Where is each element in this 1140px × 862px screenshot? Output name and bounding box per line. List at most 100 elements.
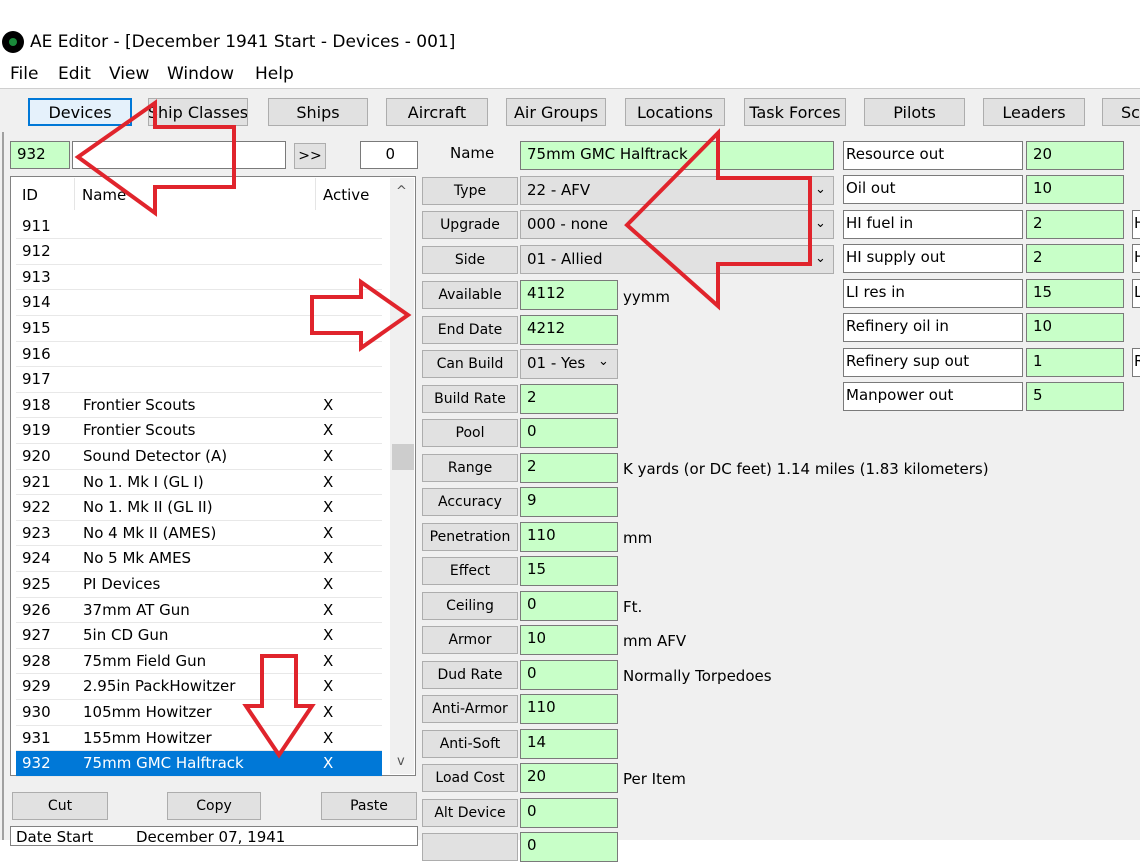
accuracy-field[interactable]: 9 xyxy=(520,487,618,517)
next-button[interactable]: >> xyxy=(294,143,326,169)
tab-task-forces[interactable]: Task Forces xyxy=(744,98,846,126)
list-header-id[interactable]: ID xyxy=(22,186,38,204)
side-button[interactable]: Side xyxy=(422,246,518,274)
upgrade-button[interactable]: Upgrade xyxy=(422,211,518,239)
load-cost-field[interactable]: 20 xyxy=(520,763,618,793)
list-row[interactable]: 930 105mm Howitzer X xyxy=(16,700,382,726)
resource-value[interactable]: 20 xyxy=(1026,141,1124,170)
alt-device-button[interactable]: Alt Device xyxy=(422,799,518,827)
anti-soft-button[interactable]: Anti-Soft xyxy=(422,730,518,758)
menu-view[interactable]: View xyxy=(109,64,149,84)
tab-pilots[interactable]: Pilots xyxy=(864,98,965,126)
list-row[interactable]: 917 xyxy=(16,367,382,393)
tab-ship-classes[interactable]: Ship Classes xyxy=(148,98,248,126)
accuracy-button[interactable]: Accuracy xyxy=(422,488,518,516)
penetration-button[interactable]: Penetration xyxy=(422,523,518,551)
end-date-button[interactable]: End Date xyxy=(422,316,518,344)
dud-rate-button[interactable]: Dud Rate xyxy=(422,661,518,689)
tab-ships[interactable]: Ships xyxy=(268,98,368,126)
pool-button[interactable]: Pool xyxy=(422,419,518,447)
tab-leaders[interactable]: Leaders xyxy=(983,98,1085,126)
tab-locations[interactable]: Locations xyxy=(625,98,725,126)
list-row[interactable]: 932 75mm GMC Halftrack X xyxy=(16,751,382,777)
side-select[interactable]: 01 - Allied xyxy=(520,245,834,274)
range-field[interactable]: 2 xyxy=(520,453,618,483)
can-build-chevron-down-icon[interactable]: ⌄ xyxy=(598,354,609,369)
id-search-field[interactable]: 932 xyxy=(10,141,70,169)
list-row[interactable]: 912 xyxy=(16,239,382,265)
menu-file[interactable]: File xyxy=(10,64,38,84)
resource-value[interactable]: 5 xyxy=(1026,382,1124,411)
available-button[interactable]: Available xyxy=(422,281,518,309)
type-select[interactable]: 22 - AFV xyxy=(520,176,834,205)
list-row[interactable]: 919 Frontier Scouts X xyxy=(16,418,382,444)
next-field-button[interactable] xyxy=(422,833,518,861)
type-button[interactable]: Type xyxy=(422,177,518,205)
next-field[interactable]: 0 xyxy=(520,832,618,862)
end-date-field[interactable]: 4212 xyxy=(520,315,618,345)
menu-window[interactable]: Window xyxy=(167,64,234,84)
scroll-down-icon[interactable]: v xyxy=(397,754,405,769)
type-chevron-down-icon[interactable]: ⌄ xyxy=(815,182,826,197)
menu-help[interactable]: Help xyxy=(255,64,294,84)
scroll-up-icon[interactable]: ^ xyxy=(396,184,407,199)
tab-scenario[interactable]: Sc xyxy=(1102,98,1140,126)
list-row[interactable]: 925 PI Devices X xyxy=(16,572,382,598)
armor-field[interactable]: 10 xyxy=(520,625,618,655)
list-header-active[interactable]: Active xyxy=(323,186,369,204)
pool-field[interactable]: 0 xyxy=(520,418,618,448)
list-header-name[interactable]: Name xyxy=(82,186,126,204)
tab-devices[interactable]: Devices xyxy=(28,98,132,126)
resource-value[interactable]: 2 xyxy=(1026,244,1124,273)
list-row[interactable]: 923 No 4 Mk II (AMES) X xyxy=(16,521,382,547)
alt-device-field[interactable]: 0 xyxy=(520,798,618,828)
range-button[interactable]: Range xyxy=(422,454,518,482)
ceiling-button[interactable]: Ceiling xyxy=(422,592,518,620)
effect-field[interactable]: 15 xyxy=(520,556,618,586)
dud-rate-field[interactable]: 0 xyxy=(520,660,618,690)
anti-armor-button[interactable]: Anti-Armor xyxy=(422,695,518,723)
anti-armor-field[interactable]: 110 xyxy=(520,694,618,724)
list-row[interactable]: 920 Sound Detector (A) X xyxy=(16,444,382,470)
penetration-field[interactable]: 110 xyxy=(520,522,618,552)
name-search-field[interactable] xyxy=(72,141,286,169)
scroll-thumb[interactable] xyxy=(392,444,414,470)
list-row[interactable]: 922 No 1. Mk II (GL II) X xyxy=(16,495,382,521)
menu-edit[interactable]: Edit xyxy=(58,64,91,84)
ceiling-field[interactable]: 0 xyxy=(520,591,618,621)
list-row[interactable]: 918 Frontier Scouts X xyxy=(16,393,382,419)
effect-button[interactable]: Effect xyxy=(422,557,518,585)
resource-value[interactable]: 2 xyxy=(1026,210,1124,239)
build-rate-button[interactable]: Build Rate xyxy=(422,385,518,413)
paste-button[interactable]: Paste xyxy=(321,792,417,820)
side-chevron-down-icon[interactable]: ⌄ xyxy=(815,251,826,266)
list-row[interactable]: 915 xyxy=(16,316,382,342)
list-row[interactable]: 928 75mm Field Gun X xyxy=(16,649,382,675)
load-cost-button[interactable]: Load Cost xyxy=(422,764,518,792)
tab-aircraft[interactable]: Aircraft xyxy=(386,98,488,126)
upgrade-select[interactable]: 000 - none xyxy=(520,210,834,239)
name-field[interactable]: 75mm GMC Halftrack xyxy=(520,141,834,170)
anti-soft-field[interactable]: 14 xyxy=(520,729,618,759)
list-row[interactable]: 916 xyxy=(16,342,382,368)
list-row[interactable]: 911 xyxy=(16,214,382,240)
list-row[interactable]: 929 2.95in PackHowitzer X xyxy=(16,674,382,700)
resource-value[interactable]: 1 xyxy=(1026,348,1124,377)
list-row[interactable]: 926 37mm AT Gun X xyxy=(16,598,382,624)
can-build-button[interactable]: Can Build xyxy=(422,350,518,378)
list-row[interactable]: 921 No 1. Mk I (GL I) X xyxy=(16,470,382,496)
available-field[interactable]: 4112 xyxy=(520,280,618,310)
list-row[interactable]: 914 xyxy=(16,290,382,316)
resource-value[interactable]: 15 xyxy=(1026,279,1124,308)
list-scrollbar[interactable] xyxy=(390,178,414,774)
resource-value[interactable]: 10 xyxy=(1026,313,1124,342)
tab-air-groups[interactable]: Air Groups xyxy=(506,98,606,126)
resource-value[interactable]: 10 xyxy=(1026,175,1124,204)
build-rate-field[interactable]: 2 xyxy=(520,384,618,414)
list-row[interactable]: 927 5in CD Gun X xyxy=(16,623,382,649)
armor-button[interactable]: Armor xyxy=(422,626,518,654)
upgrade-chevron-down-icon[interactable]: ⌄ xyxy=(815,216,826,231)
copy-button[interactable]: Copy xyxy=(167,792,261,820)
list-row[interactable]: 913 xyxy=(16,265,382,291)
list-row[interactable]: 924 No 5 Mk AMES X xyxy=(16,546,382,572)
